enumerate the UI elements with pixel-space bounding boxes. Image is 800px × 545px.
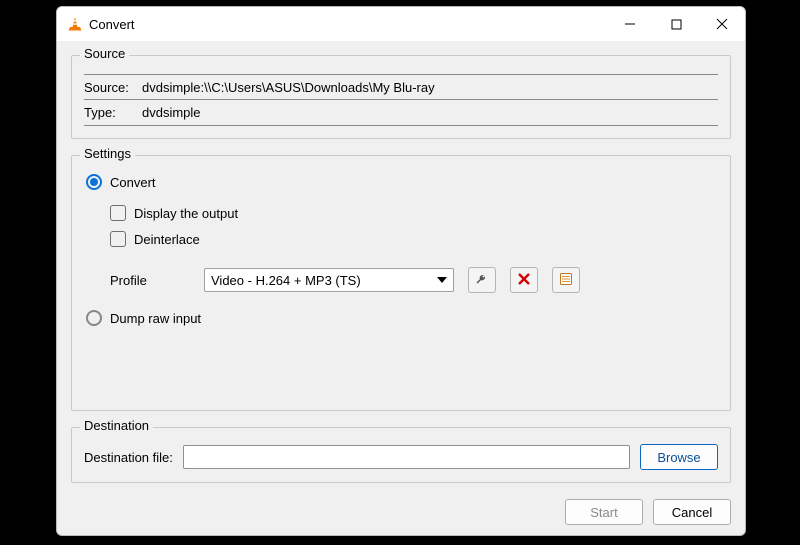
new-profile-button[interactable] [552, 267, 580, 293]
destination-group: Destination Destination file: Browse [71, 427, 731, 483]
profile-label: Profile [110, 273, 196, 288]
display-output-row[interactable]: Display the output [110, 202, 718, 224]
convert-radio[interactable] [86, 174, 102, 190]
source-legend: Source [80, 46, 129, 61]
convert-dialog: Convert Source Source: dvdsimple:\\C:\Us… [56, 6, 746, 536]
display-output-checkbox[interactable] [110, 205, 126, 221]
dump-radio-row[interactable]: Dump raw input [86, 310, 718, 326]
destination-legend: Destination [80, 418, 153, 433]
destination-file-input[interactable] [183, 445, 630, 469]
settings-group: Settings Convert Display the output Dein… [71, 155, 731, 411]
convert-radio-row[interactable]: Convert [86, 174, 718, 190]
type-value: dvdsimple [140, 105, 718, 120]
x-icon [518, 273, 530, 288]
deinterlace-label: Deinterlace [134, 232, 200, 247]
display-output-label: Display the output [134, 206, 238, 221]
destination-file-label: Destination file: [84, 450, 173, 465]
window-title: Convert [89, 17, 135, 32]
titlebar: Convert [57, 7, 745, 41]
deinterlace-row[interactable]: Deinterlace [110, 228, 718, 250]
wrench-icon [475, 272, 489, 289]
dialog-button-bar: Start Cancel [57, 493, 745, 535]
deinterlace-checkbox[interactable] [110, 231, 126, 247]
profile-selected: Video - H.264 + MP3 (TS) [211, 273, 361, 288]
source-label: Source: [84, 80, 140, 95]
source-row: Source: dvdsimple:\\C:\Users\ASUS\Downlo… [84, 74, 718, 100]
profile-dropdown[interactable]: Video - H.264 + MP3 (TS) [204, 268, 454, 292]
chevron-down-icon [437, 277, 447, 283]
vlc-cone-icon [67, 16, 83, 32]
convert-radio-label: Convert [110, 175, 156, 190]
profile-row: Profile Video - H.264 + MP3 (TS) [110, 266, 718, 294]
minimize-button[interactable] [607, 7, 653, 41]
dump-radio[interactable] [86, 310, 102, 326]
edit-profile-button[interactable] [468, 267, 496, 293]
close-button[interactable] [699, 7, 745, 41]
new-profile-icon [559, 272, 573, 289]
cancel-button[interactable]: Cancel [653, 499, 731, 525]
type-label: Type: [84, 105, 140, 120]
delete-profile-button[interactable] [510, 267, 538, 293]
start-button[interactable]: Start [565, 499, 643, 525]
source-value: dvdsimple:\\C:\Users\ASUS\Downloads\My B… [140, 80, 718, 95]
maximize-button[interactable] [653, 7, 699, 41]
dump-radio-label: Dump raw input [110, 311, 201, 326]
browse-button[interactable]: Browse [640, 444, 718, 470]
source-group: Source Source: dvdsimple:\\C:\Users\ASUS… [71, 55, 731, 139]
settings-legend: Settings [80, 146, 135, 161]
type-row: Type: dvdsimple [84, 100, 718, 126]
